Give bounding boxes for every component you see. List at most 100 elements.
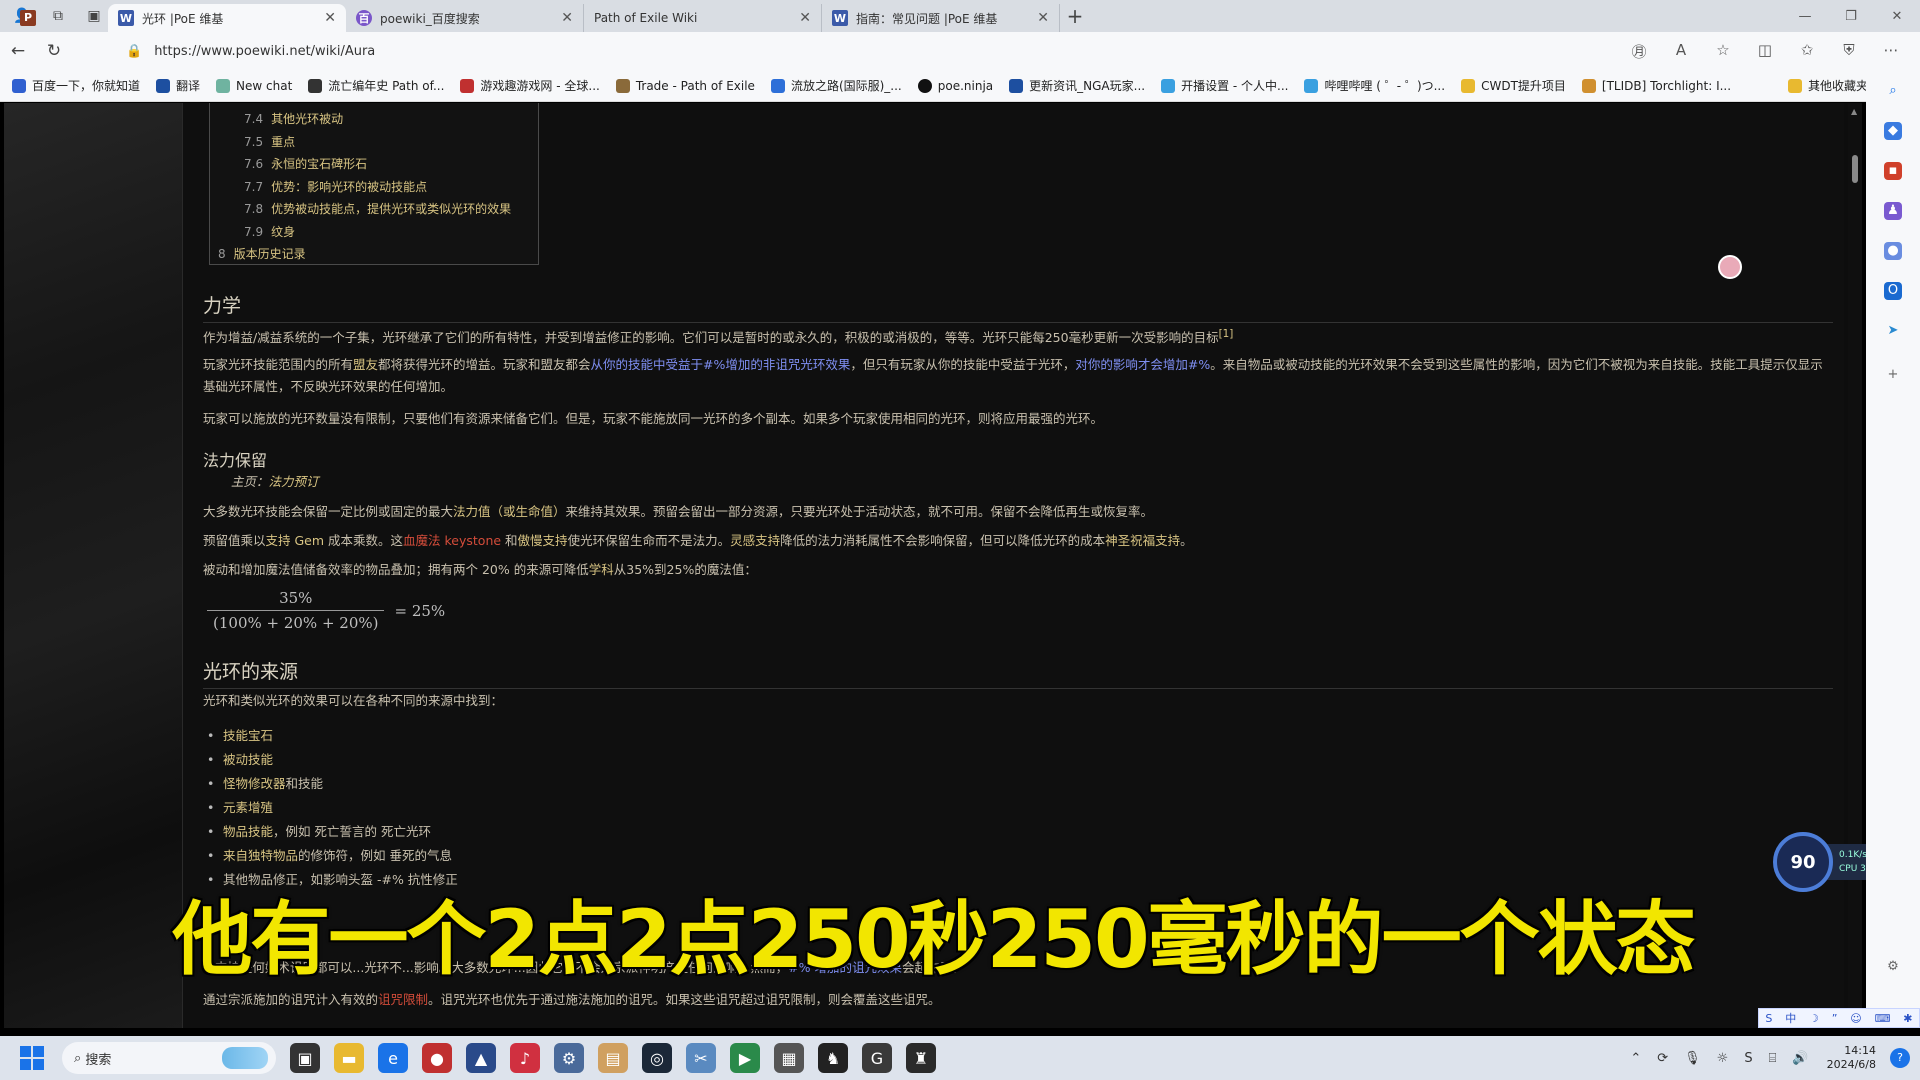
- bookmark-item[interactable]: CWDT提升项目: [1461, 77, 1566, 94]
- lock-icon[interactable]: 🔒: [126, 44, 142, 59]
- close-tab-icon[interactable]: ✕: [324, 10, 336, 26]
- refresh-icon[interactable]: ↻: [36, 41, 72, 61]
- shopping-icon[interactable]: ▪: [1884, 162, 1902, 180]
- send-icon[interactable]: ➤: [1884, 322, 1902, 340]
- app-icon[interactable]: ▲: [466, 1043, 496, 1073]
- tab-guide-faq[interactable]: W 指南：常见问题 |PoE 维基 ✕: [822, 4, 1060, 32]
- bookmark-item[interactable]: New chat: [216, 78, 292, 93]
- edge-browser-icon[interactable]: e: [378, 1043, 408, 1073]
- scrollbar-thumb[interactable]: [1852, 155, 1858, 183]
- ime-lang-icon[interactable]: 中: [1785, 1010, 1796, 1026]
- search-icon[interactable]: ⌕: [1884, 82, 1902, 100]
- close-tab-icon[interactable]: ✕: [561, 10, 573, 26]
- split-screen-icon[interactable]: ◫: [1744, 41, 1786, 62]
- toc-item[interactable]: 7.6 永恒的宝石碑形石: [218, 153, 530, 176]
- bookmark-item[interactable]: 哔哩哔哩 ( ゜- ゜)つ...: [1304, 77, 1445, 94]
- extensions-icon[interactable]: ⛨: [1828, 41, 1870, 62]
- outlook-icon[interactable]: O: [1884, 282, 1902, 300]
- task-view-icon[interactable]: ▣: [290, 1043, 320, 1073]
- snipping-icon[interactable]: ✂: [686, 1043, 716, 1073]
- close-window-icon[interactable]: ✕: [1874, 9, 1920, 24]
- minimize-icon[interactable]: —: [1782, 9, 1828, 24]
- network-icon[interactable]: ⌸: [1769, 1051, 1777, 1066]
- other-bookmarks[interactable]: 其他收藏夹: [1787, 77, 1868, 94]
- scroll-up-icon[interactable]: ▲: [1851, 107, 1857, 116]
- url-field[interactable]: 🔒 https://www.poewiki.net/wiki/Aura: [126, 37, 1606, 65]
- tools-icon[interactable]: ♟: [1884, 202, 1902, 220]
- bookmark-item[interactable]: 开播设置 - 个人中...: [1161, 77, 1288, 94]
- read-aloud-icon[interactable]: A: [1660, 41, 1702, 62]
- bookmark-item[interactable]: 流放之路(国际服)_...: [770, 77, 902, 94]
- curse-limit-link[interactable]: 诅咒限制: [378, 992, 428, 1007]
- ime-settings-icon[interactable]: ✱: [1903, 1012, 1912, 1025]
- bookmark-item[interactable]: 百度一下，你就知道: [12, 77, 140, 94]
- arrogance-support-link[interactable]: 傲慢支持: [518, 533, 568, 548]
- file-explorer-icon[interactable]: ▬: [334, 1043, 364, 1073]
- mana-reservation-link[interactable]: 法力预订: [269, 474, 319, 489]
- blood-magic-link[interactable]: 血魔法 keystone: [403, 533, 501, 548]
- windows-start-icon[interactable]: [20, 1046, 44, 1070]
- bookmark-item[interactable]: 更新资讯_NGA玩家...: [1009, 77, 1145, 94]
- toc-item[interactable]: 7.9 纹身: [218, 221, 530, 244]
- aura-effect-self-link[interactable]: 对你的影响才会增加#%: [1075, 357, 1210, 372]
- toc-item[interactable]: 7.7 优势：影响光环的被动技能点: [218, 176, 530, 199]
- ime-tray-icon[interactable]: S: [1744, 1051, 1752, 1066]
- chevron-up-icon[interactable]: ⌃: [1630, 1051, 1641, 1066]
- microphone-icon[interactable]: 🎙: [1684, 1051, 1701, 1066]
- close-tab-icon[interactable]: ✕: [799, 10, 811, 26]
- desktop-pet-icon[interactable]: [1718, 255, 1742, 279]
- ally-link[interactable]: 盟友: [353, 357, 378, 372]
- ime-punct-icon[interactable]: ”: [1832, 1012, 1838, 1025]
- ime-emoji-icon[interactable]: ☺: [1850, 1012, 1861, 1025]
- copilot-icon[interactable]: ◆: [1884, 122, 1902, 140]
- tab-actions-icon[interactable]: ▣: [80, 4, 108, 28]
- restore-icon[interactable]: ❐: [1828, 9, 1874, 24]
- ime-logo-icon[interactable]: S: [1765, 1012, 1772, 1025]
- brightness-icon[interactable]: ☼: [1717, 1051, 1729, 1066]
- discipline-link[interactable]: 学科: [589, 562, 614, 577]
- bookmark-item[interactable]: Trade - Path of Exile: [615, 78, 755, 93]
- game-launcher-icon[interactable]: ●: [422, 1043, 452, 1073]
- sync-icon[interactable]: ⟳: [1657, 1051, 1668, 1066]
- reference-link[interactable]: [1]: [1219, 328, 1234, 340]
- more-menu-icon[interactable]: ⋯: [1870, 41, 1912, 62]
- notification-icon[interactable]: ?: [1890, 1048, 1910, 1068]
- bookmark-item[interactable]: [TLIDB] Torchlight: I...: [1581, 78, 1731, 93]
- collections-icon[interactable]: ⧉: [44, 4, 72, 28]
- ime-toolbar[interactable]: S 中 ☽ ” ☺ ⌨ ✱: [1758, 1008, 1920, 1028]
- new-tab-button[interactable]: +: [1060, 2, 1090, 30]
- sidebar-settings-icon[interactable]: ⚙: [1884, 958, 1902, 976]
- calculator-icon[interactable]: ▦: [774, 1043, 804, 1073]
- settings-icon[interactable]: ⚙: [554, 1043, 584, 1073]
- qq-icon[interactable]: ♞: [818, 1043, 848, 1073]
- add-icon[interactable]: +: [1884, 366, 1902, 384]
- bookmark-item[interactable]: 游戏趣游戏网 - 全球...: [460, 77, 600, 94]
- volume-icon[interactable]: 🔊: [1792, 1051, 1808, 1066]
- bookmark-item[interactable]: poe.ninja: [917, 78, 993, 93]
- netease-music-icon[interactable]: ♪: [510, 1043, 540, 1073]
- bookmark-item[interactable]: 流亡编年史 Path of...: [308, 77, 444, 94]
- tab-aura[interactable]: W 光环 |PoE 维基 ✕: [108, 4, 346, 32]
- close-tab-icon[interactable]: ✕: [1037, 10, 1049, 26]
- app-icon[interactable]: G: [862, 1043, 892, 1073]
- taskbar-search[interactable]: ⌕ 搜索: [62, 1042, 276, 1074]
- steam-icon[interactable]: ◎: [642, 1043, 672, 1073]
- tab-baidu[interactable]: 百 poewiki_百度搜索 ✕: [346, 4, 584, 32]
- terminal-icon[interactable]: ▶: [730, 1043, 760, 1073]
- support-gem-link[interactable]: 支持 Gem: [266, 533, 325, 548]
- toc-item[interactable]: 7.5 重点: [218, 131, 530, 154]
- aura-effect-link[interactable]: 从你的技能中受益于#%增加的非诅咒光环效果: [591, 357, 851, 372]
- games-icon[interactable]: ●: [1884, 242, 1902, 260]
- notes-icon[interactable]: ▤: [598, 1043, 628, 1073]
- mana-link[interactable]: 法力值（或生命值）: [453, 504, 566, 519]
- ime-keyboard-icon[interactable]: ⌨: [1875, 1012, 1891, 1025]
- toc-item[interactable]: 7.4 其他光环被动: [218, 108, 530, 131]
- toc-item[interactable]: 8 版本历史记录: [218, 243, 530, 266]
- bookmark-item[interactable]: 翻译: [156, 77, 200, 94]
- enlighten-support-link[interactable]: 灵感支持: [730, 533, 780, 548]
- toc-item[interactable]: 7.8 优势被动技能点，提供光环或类似光环的效果: [218, 198, 530, 221]
- favorite-star-icon[interactable]: ☆: [1702, 41, 1744, 62]
- tab-poe-wiki[interactable]: P Path of Exile Wiki ✕: [20, 4, 822, 32]
- clock[interactable]: 14:14 2024/6/8: [1827, 1044, 1876, 1072]
- ime-moon-icon[interactable]: ☽: [1809, 1012, 1819, 1025]
